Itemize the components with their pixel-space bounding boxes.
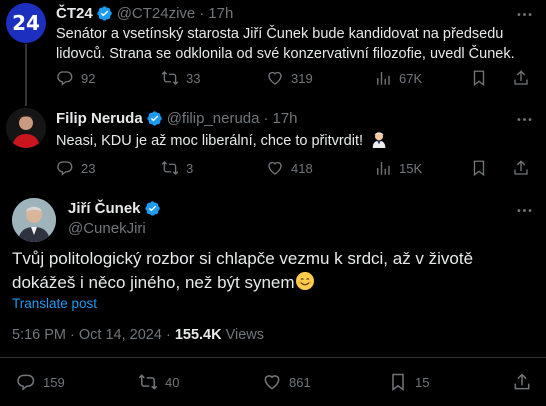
like-button[interactable]: 861 — [262, 372, 311, 392]
avatar[interactable] — [12, 198, 56, 242]
bookmark-icon — [473, 160, 485, 177]
avatar-logo-text: 24 — [12, 11, 40, 35]
main-author-row: Jiří Čunek — [68, 200, 161, 217]
bookmark-icon — [473, 70, 485, 87]
tweet-text-content: Neasi, KDU je až moc liberální, chce to … — [56, 133, 364, 149]
like-count: 861 — [289, 374, 311, 390]
views-button[interactable]: 15K — [374, 158, 422, 178]
tweet-text: Neasi, KDU je až moc liberální, chce to … — [56, 130, 536, 151]
bookmark-icon — [392, 373, 404, 391]
thread-line — [25, 44, 27, 100]
tweet-actions: 23 3 418 15K — [56, 158, 536, 178]
author-name[interactable]: Filip Neruda — [56, 110, 143, 127]
reply-icon — [57, 161, 73, 176]
reply-button[interactable]: 92 — [56, 68, 95, 88]
views-count: 15K — [399, 160, 423, 176]
more-options-icon[interactable] — [515, 201, 534, 220]
share-icon — [514, 160, 528, 175]
bookmark-button[interactable] — [470, 158, 488, 178]
post-meta: 5:16 PM · Oct 14, 2024 · 155.4K Views — [12, 327, 264, 343]
share-icon — [514, 70, 528, 85]
views-chart-icon — [377, 162, 390, 175]
divider — [0, 357, 546, 358]
author-name[interactable]: ČT24 — [56, 5, 93, 22]
heart-icon — [264, 375, 280, 390]
repost-button[interactable]: 40 — [138, 372, 179, 392]
verified-icon — [146, 110, 163, 127]
main-tweet-text: Tvůj politologický rozbor si chlapče vez… — [12, 247, 537, 295]
post-timestamp[interactable]: 5:16 PM · Oct 14, 2024 · — [12, 327, 175, 343]
man-judge-emoji-icon — [370, 130, 388, 148]
repost-icon — [138, 374, 158, 390]
avatar[interactable]: 24 — [6, 3, 46, 43]
like-button[interactable]: 319 — [266, 68, 313, 88]
repost-button[interactable]: 3 — [161, 158, 193, 178]
tweet-ct24[interactable]: 24 ČT24 @CT24zive · 17h Senátor a vsetín… — [0, 0, 546, 100]
views-chart-icon — [377, 72, 390, 85]
heart-icon — [268, 161, 282, 175]
repost-count: 33 — [186, 70, 201, 86]
separator-dot: · — [199, 5, 205, 22]
tweet-text: Senátor a vsetínský starosta Jiří Čunek … — [56, 26, 515, 62]
reply-button[interactable]: 23 — [56, 158, 95, 178]
main-tweet-text-content: Tvůj politologický rozbor si chlapče vez… — [12, 249, 474, 292]
bookmark-button[interactable] — [470, 68, 488, 88]
tweet-filip-neruda[interactable]: Filip Neruda @filip_neruda · 17h Neasi, … — [0, 100, 546, 186]
reply-count: 23 — [81, 160, 96, 176]
tweet-header: Filip Neruda @filip_neruda · 17h — [56, 110, 298, 127]
repost-count: 3 — [186, 160, 194, 176]
views-button[interactable]: 67K — [374, 68, 422, 88]
author-handle[interactable]: @CT24zive — [117, 5, 196, 22]
repost-icon — [161, 161, 179, 175]
tweet-header: ČT24 @CT24zive · 17h — [56, 5, 233, 22]
reply-icon — [57, 71, 73, 86]
reply-icon — [17, 374, 35, 391]
timestamp[interactable]: 17h — [272, 110, 297, 127]
author-handle[interactable]: @CunekJiri — [68, 220, 146, 237]
more-options-icon[interactable] — [515, 5, 534, 24]
like-count: 319 — [291, 70, 313, 86]
separator-dot: · — [263, 110, 269, 127]
author-handle[interactable]: @filip_neruda — [167, 110, 260, 127]
thread-line — [25, 100, 27, 106]
verified-icon — [144, 200, 161, 217]
reply-button[interactable]: 159 — [16, 372, 65, 392]
author-name[interactable]: Jiří Čunek — [68, 200, 141, 217]
repost-count: 40 — [165, 374, 180, 390]
views-label: Views — [221, 327, 265, 343]
like-count: 418 — [291, 160, 313, 176]
tweet-actions: 92 33 319 67K — [56, 68, 536, 88]
bookmark-button[interactable]: 15 — [388, 372, 429, 392]
translate-post-link[interactable]: Translate post — [12, 296, 97, 311]
smiling-face-emoji-icon — [295, 271, 315, 291]
verified-icon — [96, 5, 113, 22]
views-count: 155.4K — [174, 327, 222, 343]
views-count: 67K — [399, 70, 423, 86]
bookmark-count: 15 — [415, 374, 430, 390]
like-button[interactable]: 418 — [266, 158, 313, 178]
share-button[interactable] — [512, 68, 530, 88]
main-tweet-actions: 159 40 861 15 — [16, 372, 536, 392]
share-button[interactable] — [512, 372, 532, 392]
heart-icon — [268, 71, 282, 85]
more-options-icon[interactable] — [515, 110, 534, 129]
repost-button[interactable]: 33 — [161, 68, 200, 88]
share-button[interactable] — [512, 158, 530, 178]
repost-icon — [161, 71, 179, 85]
share-icon — [514, 373, 530, 390]
reply-count: 92 — [81, 70, 96, 86]
reply-count: 159 — [43, 374, 65, 390]
avatar[interactable] — [6, 108, 46, 148]
timestamp[interactable]: 17h — [208, 5, 233, 22]
